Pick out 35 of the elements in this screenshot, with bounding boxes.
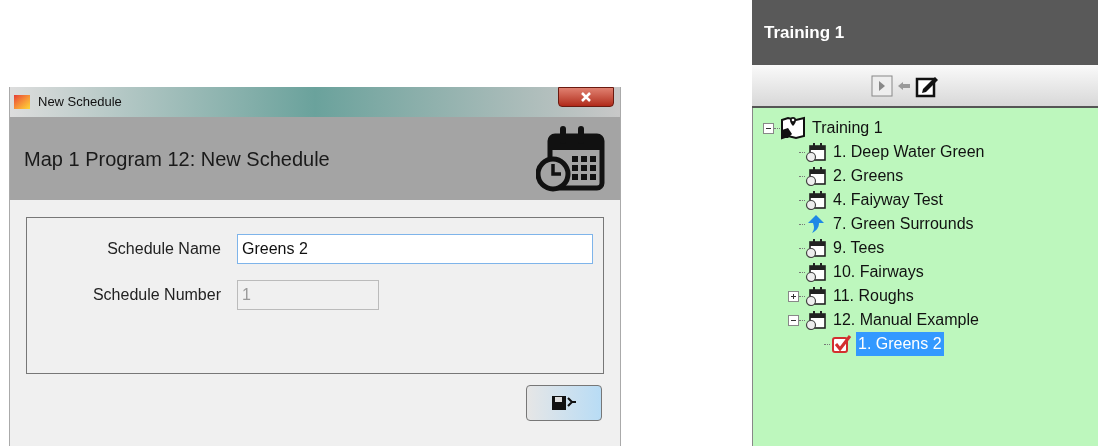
tree-item[interactable]: 12. Manual Example [831, 308, 981, 332]
calendar-clock-icon [805, 262, 827, 282]
expand-icon[interactable] [788, 290, 799, 302]
tree-item[interactable]: 9. Tees [831, 236, 887, 260]
calendar-clock-icon [805, 142, 827, 162]
play-icon[interactable] [871, 74, 893, 97]
input-field[interactable]: Greens 2 [237, 234, 593, 264]
calendar-clock-icon [805, 238, 827, 258]
tree-item[interactable]: 11. Roughs [831, 284, 916, 308]
tree-item[interactable]: 7. Green Surrounds [831, 212, 976, 236]
calendar-clock-icon [536, 123, 606, 194]
dialog-heading: Map 1 Program 12: New Schedule [24, 146, 330, 172]
calendar-clock-icon [805, 190, 827, 210]
tree-item[interactable]: 4. Faiyway Test [831, 188, 945, 212]
save-icon [550, 394, 578, 412]
tree-item[interactable]: 1. Deep Water Green [831, 140, 987, 164]
collapse-icon[interactable] [763, 122, 774, 134]
tree-item[interactable]: 2. Greens [831, 164, 906, 188]
close-button[interactable] [558, 87, 614, 107]
window-title: New Schedule [38, 93, 122, 112]
checkbox-icon [830, 334, 852, 354]
map-pin-icon [780, 116, 806, 140]
calendar-clock-icon [805, 166, 827, 186]
field-label: Schedule Number [91, 285, 222, 305]
save-button[interactable] [526, 385, 602, 421]
field-label: Schedule Name [106, 239, 222, 259]
panel-title: Training 1 [764, 21, 845, 44]
calendar-clock-icon [805, 310, 827, 330]
app-icon [14, 95, 30, 109]
collapse-icon[interactable] [788, 314, 799, 326]
close-icon [580, 91, 592, 103]
tree-item[interactable]: Training 1 [810, 116, 885, 140]
tree-item[interactable]: 10. Fairways [831, 260, 926, 284]
calendar-clock-icon [805, 286, 827, 306]
arrow-left-icon [897, 80, 911, 91]
